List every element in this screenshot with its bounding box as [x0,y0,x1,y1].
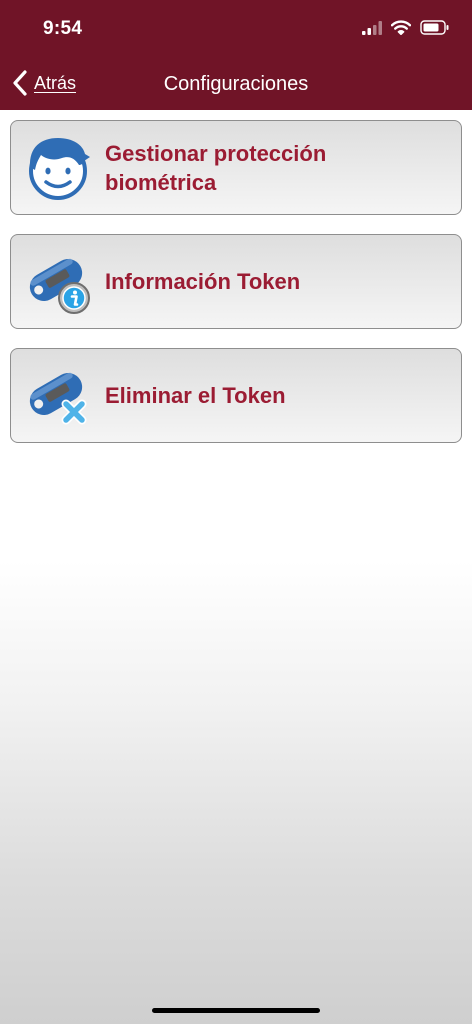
menu-item-delete-token[interactable]: Eliminar el Token [10,348,462,443]
menu-item-token-info[interactable]: Información Token [10,234,462,329]
token-delete-icon [29,372,87,424]
face-icon [29,137,90,200]
battery-icon [420,20,449,35]
menu-item-label: Eliminar el Token [105,383,286,408]
page-title: Configuraciones [163,73,309,95]
wifi-icon [391,20,411,35]
top-bar: 9:54 Atrás Configuraciones [0,0,472,110]
menu-item-biometric[interactable]: Gestionar protección biométrica [10,120,462,215]
cellular-signal-icon [362,20,382,35]
menu-item-label: Gestionar protección biométrica [105,140,327,195]
settings-menu: Gestionar protección biométrica Informac… [10,120,462,462]
home-indicator[interactable] [152,1008,320,1013]
token-info-icon [29,258,90,314]
status-icons [362,20,450,35]
menu-item-label: Información Token [105,269,301,294]
status-time: 9:54 [43,18,83,39]
